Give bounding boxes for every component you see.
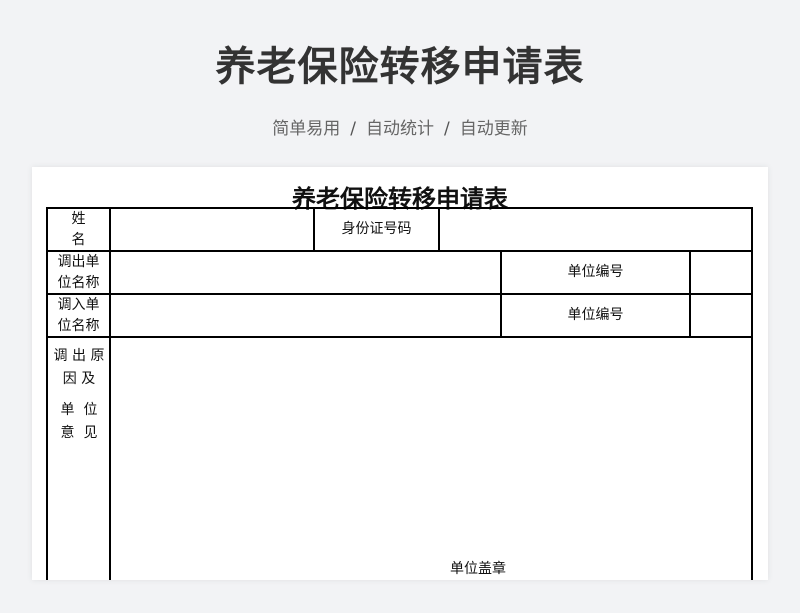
reason-label-line3: 单 位 [60, 402, 98, 418]
reason-label-line2: 因 及 [62, 371, 96, 387]
feature-auto-stats: 自动统计 [366, 119, 434, 139]
transfer-reason-label: 调 出 原 因 及 单 位 意 见 [47, 345, 111, 445]
feature-tagline: 简单易用 / 自动统计 / 自动更新 [0, 114, 800, 139]
out-unit-label-line2: 位名称 [57, 274, 100, 291]
feature-easy: 简单易用 [272, 119, 341, 139]
id-number-label: 身份证号码 [341, 221, 412, 237]
reason-label-line4: 意 见 [60, 425, 98, 441]
separator: / [350, 119, 356, 139]
out-unit-code-field[interactable] [691, 252, 751, 293]
id-number-field[interactable] [440, 209, 751, 250]
in-unit-name-label: 调入单 位名称 [48, 295, 109, 336]
name-label: 姓名 [71, 210, 104, 248]
unit-stamp-label: 单位盖章 [450, 561, 506, 577]
in-unit-code-label: 单位编号 [567, 307, 624, 323]
in-unit-label-line2: 位名称 [57, 317, 100, 334]
out-unit-label-line1: 调出单 [57, 253, 100, 270]
out-unit-name-label: 调出单 位名称 [48, 252, 109, 293]
feature-auto-update: 自动更新 [459, 119, 528, 139]
grid-line [751, 207, 753, 580]
page-title: 养老保险转移申请表 [215, 44, 585, 90]
in-unit-label-line1: 调入单 [57, 296, 100, 313]
form-sheet: 养老保险转移申请表 姓名 身份证号码 调出单 位名称 单位编号 调入单 位名称 … [32, 167, 768, 580]
reason-label-line1: 调 出 原 [53, 348, 105, 364]
transfer-reason-field[interactable] [111, 338, 751, 580]
out-unit-code-label: 单位编号 [567, 264, 624, 280]
out-unit-name-field[interactable] [111, 252, 500, 293]
in-unit-name-field[interactable] [111, 295, 500, 336]
name-field[interactable] [111, 209, 313, 250]
in-unit-code-field[interactable] [691, 295, 751, 336]
separator: / [444, 119, 450, 139]
